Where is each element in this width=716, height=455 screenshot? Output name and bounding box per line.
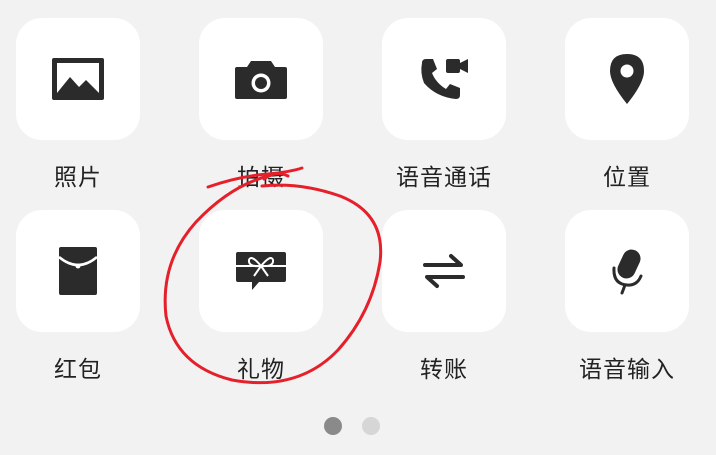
photo-icon [52,58,104,100]
photo-button[interactable] [16,18,140,140]
camera-icon [235,61,287,99]
transfer-icon [423,254,465,288]
more-functions-panel: 照片 拍摄 语音通话 位置 红包 礼物 转账 语音输入 [0,0,716,455]
voice-input-label: 语音输入 [579,357,675,383]
microphone-icon [612,249,643,295]
transfer-label: 转账 [420,357,468,383]
camera-label: 拍摄 [237,165,285,191]
page-indicator-dot[interactable] [362,417,380,435]
red-packet-label: 红包 [54,357,102,383]
page-indicator-dot-active[interactable] [324,417,342,435]
voice-call-icon [421,59,468,99]
location-label: 位置 [603,165,651,191]
voice-call-button[interactable] [382,18,506,140]
red-packet-button[interactable] [16,210,140,332]
location-button[interactable] [565,18,689,140]
camera-button[interactable] [199,18,323,140]
transfer-button[interactable] [382,210,506,332]
photo-label: 照片 [54,165,102,191]
gift-icon [236,252,286,290]
gift-button[interactable] [199,210,323,332]
gift-label: 礼物 [237,357,285,383]
voice-call-label: 语音通话 [396,165,492,191]
location-icon [610,54,644,104]
voice-input-button[interactable] [565,210,689,332]
red-packet-icon [58,247,98,295]
